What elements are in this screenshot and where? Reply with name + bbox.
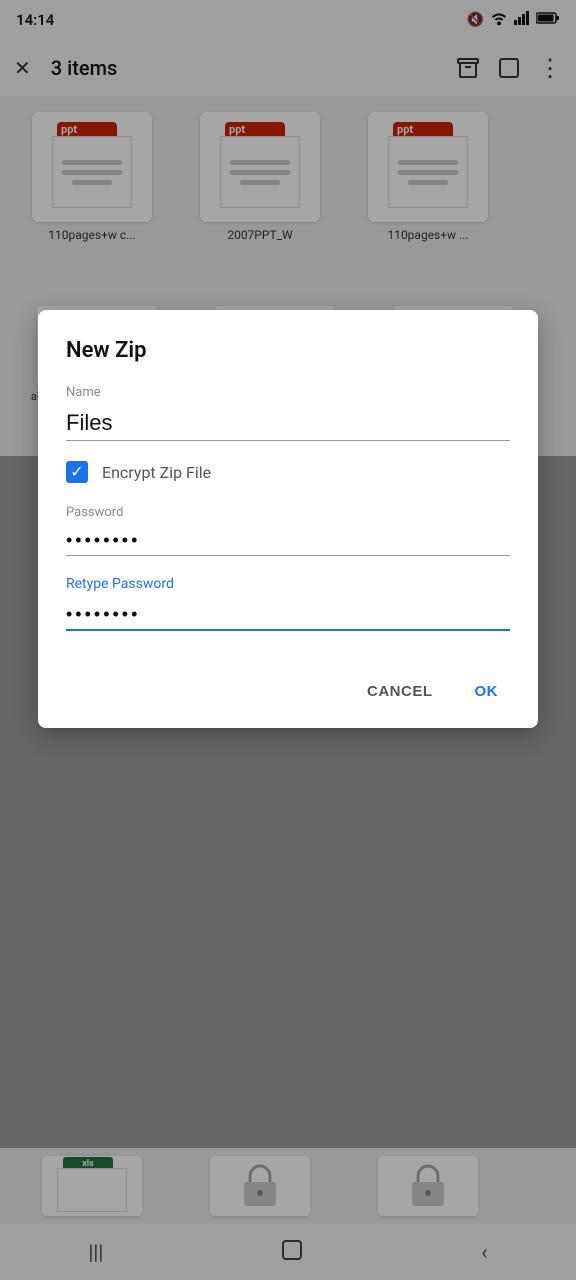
- encrypt-checkbox[interactable]: ✓: [66, 461, 88, 483]
- password-input[interactable]: [66, 526, 510, 556]
- name-input[interactable]: [66, 406, 510, 441]
- encrypt-label: Encrypt Zip File: [102, 463, 211, 482]
- dialog-overlay: New Zip Name ✓ Encrypt Zip File Password…: [0, 0, 576, 1280]
- ok-button[interactable]: OK: [463, 675, 511, 708]
- retype-password-input[interactable]: [66, 600, 510, 631]
- name-label: Name: [66, 385, 510, 400]
- new-zip-dialog: New Zip Name ✓ Encrypt Zip File Password…: [38, 310, 538, 728]
- checkmark-icon: ✓: [70, 464, 83, 480]
- dialog-title: New Zip: [66, 338, 510, 363]
- password-label: Password: [66, 505, 510, 520]
- encrypt-checkbox-row: ✓ Encrypt Zip File: [66, 461, 510, 483]
- dialog-buttons: CANCEL OK: [66, 675, 510, 708]
- cancel-button[interactable]: CANCEL: [355, 675, 445, 708]
- retype-password-label: Retype Password: [66, 576, 510, 592]
